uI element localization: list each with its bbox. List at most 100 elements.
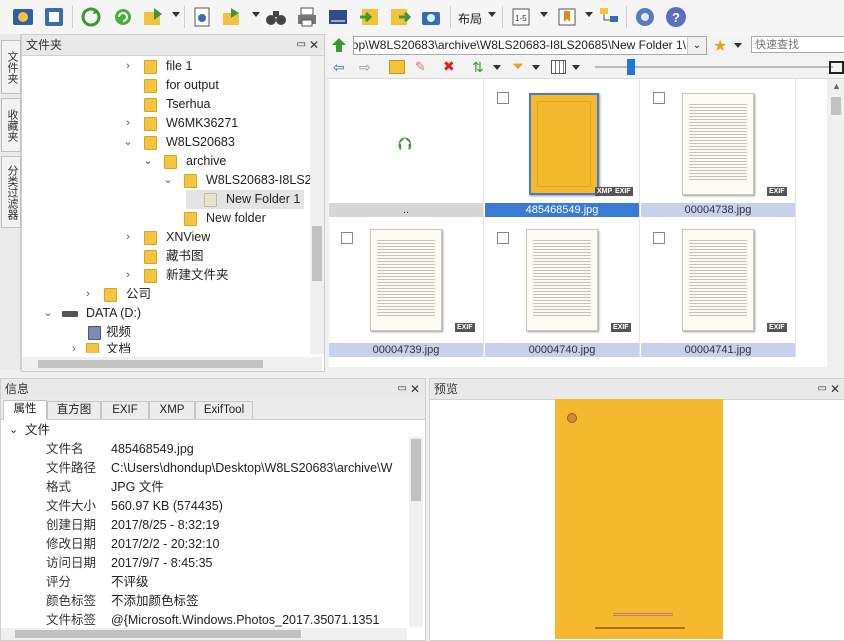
export-icon[interactable] [388, 5, 412, 29]
property-row[interactable]: 文件大小 560.97 KB (574435) [1, 497, 407, 516]
tab-folders[interactable]: 文件夹 [1, 40, 21, 94]
float-panel-icon[interactable]: ▭ [297, 35, 306, 55]
thumbnail-checkbox[interactable] [497, 232, 509, 244]
property-row[interactable]: 格式 JPG 文件 [1, 478, 407, 497]
close-panel-icon[interactable]: ✕ [309, 35, 319, 55]
thumbnail-item[interactable]: EXIF 00004738.jpg [641, 79, 796, 217]
property-row[interactable]: 修改日期 2017/2/2 - 20:32:10 [1, 535, 407, 554]
float-panel-icon[interactable]: ▭ [818, 379, 827, 399]
layout-label[interactable]: 布局 [458, 10, 482, 27]
thumbnail-scroll-thumb[interactable] [831, 97, 841, 115]
chevron-down-icon[interactable]: ⌄ [9, 421, 18, 440]
tree-item-data-drive[interactable]: ⌄ DATA (D:) [43, 304, 141, 323]
binoculars-icon[interactable] [264, 5, 288, 29]
settings-gear-icon[interactable] [633, 5, 657, 29]
chevron-down-icon[interactable]: ⌄ [42, 304, 54, 323]
tab-xmp[interactable]: XMP [149, 401, 195, 419]
reload-icon[interactable] [111, 5, 135, 29]
tree-item-documents[interactable]: › 文档 [66, 340, 131, 353]
tree-item-new-folder-1-selected[interactable]: New Folder 1 [186, 190, 305, 209]
chevron-right-icon[interactable]: › [122, 114, 134, 133]
sort-dropdown-icon[interactable] [493, 65, 501, 70]
info-horizontal-scrollbar[interactable] [1, 628, 407, 640]
float-panel-icon[interactable]: ▭ [398, 379, 407, 399]
print-icon[interactable] [295, 5, 319, 29]
page-range-dropdown-icon[interactable] [540, 12, 548, 17]
tree-item-for-output[interactable]: for output [126, 76, 219, 95]
info-vertical-scrollbar[interactable] [409, 437, 423, 627]
chevron-down-icon[interactable]: ⌄ [162, 171, 174, 190]
scanner-icon[interactable] [326, 5, 350, 29]
rename-icon[interactable]: ✎ [415, 59, 426, 75]
tree-item-tserhua[interactable]: Tserhua [126, 95, 210, 114]
thumbnail-parent-folder[interactable]: ⮉ .. [329, 79, 484, 217]
help-icon[interactable]: ? [664, 5, 688, 29]
path-field[interactable]: Desktop\W8LS20683\archive\W8LS20683-I8LS… [353, 36, 707, 55]
chevron-right-icon[interactable]: › [122, 57, 134, 76]
tab-favorites[interactable]: 收藏夹 [1, 98, 21, 152]
tab-histogram[interactable]: 直方图 [47, 401, 101, 419]
tree-item-file1[interactable]: › file 1 [126, 57, 192, 76]
camera-icon[interactable] [419, 5, 443, 29]
move-icon[interactable] [141, 5, 165, 29]
fullscreen-icon[interactable] [42, 5, 66, 29]
thumbnail-size-slider-handle[interactable] [627, 59, 635, 75]
refresh-icon[interactable] [79, 5, 103, 29]
tree-hscroll-thumb[interactable] [38, 360, 263, 368]
property-row[interactable]: 访问日期 2017/9/7 - 8:45:35 [1, 554, 407, 573]
info-icon[interactable] [190, 5, 214, 29]
thumbnail-checkbox[interactable] [653, 92, 665, 104]
move-dropdown-icon[interactable] [172, 12, 180, 17]
tab-properties[interactable]: 属性 [3, 400, 47, 420]
open-folder-icon[interactable] [220, 5, 244, 29]
tree-icon[interactable] [597, 5, 621, 29]
import-icon[interactable] [357, 5, 381, 29]
view-mode-icon[interactable] [551, 60, 566, 74]
forward-arrow-icon[interactable]: ⇨ [359, 59, 371, 76]
tree-item-cangshu[interactable]: 藏书图 [126, 247, 204, 266]
property-row[interactable]: 文件路径 C:\Users\dhondup\Desktop\W8LS20683\a… [1, 459, 407, 478]
chevron-right-icon[interactable]: › [82, 285, 94, 304]
thumbnail-checkbox[interactable] [341, 232, 353, 244]
quick-search-input[interactable] [751, 36, 844, 53]
chevron-right-icon[interactable]: › [68, 340, 80, 353]
filter-dropdown-icon[interactable] [532, 65, 540, 70]
tree-item-new-folder-cn[interactable]: › 新建文件夹 [126, 266, 229, 285]
info-hscroll-thumb[interactable] [15, 630, 301, 638]
tree-item-new-folder[interactable]: New folder [166, 209, 266, 228]
close-panel-icon[interactable]: ✕ [830, 379, 840, 399]
tree-item-w8ls20683[interactable]: ⌄ W8LS20683 [123, 133, 235, 152]
browser-icon[interactable] [11, 5, 35, 29]
go-up-icon[interactable] [331, 37, 347, 53]
chevron-down-icon[interactable]: ⌄ [122, 133, 134, 152]
large-thumb-icon[interactable] [829, 61, 844, 74]
tab-exiftool[interactable]: ExifTool [195, 401, 253, 419]
tab-category-filter[interactable]: 分类过滤器 [1, 156, 21, 228]
favorite-dropdown-icon[interactable] [734, 43, 742, 48]
thumbnail-checkbox[interactable] [653, 232, 665, 244]
file-section-header[interactable]: ⌄ 文件 [1, 421, 407, 440]
tree-item-archive[interactable]: ⌄ archive [143, 152, 226, 171]
page-range-icon[interactable]: 1-5 [509, 5, 533, 29]
tree-scroll-thumb[interactable] [312, 226, 322, 281]
layout-dropdown-icon[interactable] [488, 12, 496, 17]
tree-item-w8ls20683-i8ls2[interactable]: ⌄ W8LS20683-I8LS2 [163, 171, 312, 190]
chevron-down-icon[interactable]: ⌄ [142, 152, 154, 171]
sort-icon[interactable]: ⇅ [472, 59, 484, 76]
property-row[interactable]: 评分 不评级 [1, 573, 407, 592]
tree-horizontal-scrollbar[interactable] [22, 357, 322, 371]
bookmark-icon[interactable] [555, 5, 579, 29]
path-dropdown-icon[interactable]: ⌄ [687, 37, 706, 54]
thumbnail-checkbox[interactable] [497, 92, 509, 104]
property-row[interactable]: 颜色标签 不添加颜色标签 [1, 592, 407, 611]
tree-item-xnview[interactable]: › XNView [126, 228, 210, 247]
tree-item-w6mk36271[interactable]: › W6MK36271 [126, 114, 238, 133]
view-mode-dropdown-icon[interactable] [572, 65, 580, 70]
info-scroll-thumb[interactable] [411, 439, 421, 501]
open-dropdown-icon[interactable] [252, 12, 260, 17]
thumbnail-item[interactable]: EXIF 00004741.jpg [641, 219, 796, 357]
thumbnail-scrollbar[interactable]: ▲ [828, 79, 844, 367]
thumbnail-item[interactable]: EXIF 00004740.jpg [485, 219, 640, 357]
property-row[interactable]: 文件名 485468549.jpg [1, 440, 407, 459]
back-arrow-icon[interactable]: ⇦ [333, 59, 345, 76]
